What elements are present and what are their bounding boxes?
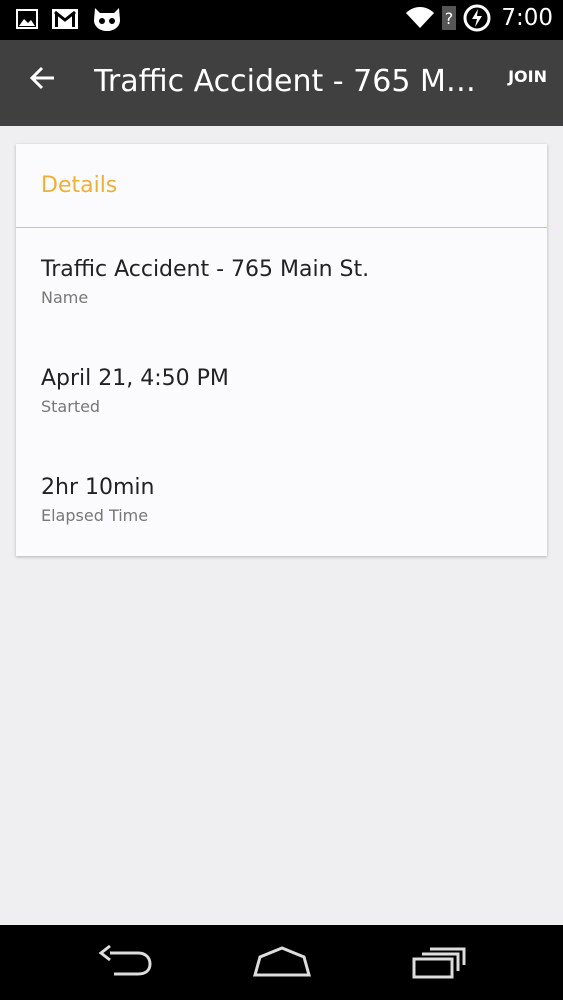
page-title: Traffic Accident - 765 Main St. [94, 64, 484, 99]
home-icon [253, 946, 311, 977]
field-value: April 21, 4:50 PM [41, 366, 229, 391]
field-started: April 21, 4:50 PM Started [41, 365, 229, 416]
status-bar-notifications [16, 6, 122, 32]
arrow-left-icon [29, 66, 54, 90]
no-signal-icon: ? [442, 6, 457, 30]
image-icon [16, 9, 38, 29]
svg-text:?: ? [445, 9, 454, 28]
status-bar: ? 7:00 [0, 0, 563, 40]
gmail-icon [52, 9, 78, 29]
join-button[interactable]: JOIN [508, 67, 547, 86]
field-elapsed-time: 2hr 10min Elapsed Time [41, 474, 154, 525]
field-label: Elapsed Time [41, 506, 149, 525]
field-label: Started [41, 397, 101, 416]
details-card: Details Traffic Accident - 765 Main St. … [16, 144, 547, 556]
field-value: 2hr 10min [41, 475, 155, 500]
back-button[interactable] [26, 62, 62, 98]
card-title: Details [41, 173, 118, 198]
app-bar: Traffic Accident - 765 Main St. JOIN [0, 40, 563, 126]
battery-charging-icon [463, 4, 491, 32]
field-name: Traffic Accident - 765 Main St. Name [41, 256, 369, 307]
navigation-bar [0, 925, 563, 1000]
cyanogen-icon [94, 8, 120, 31]
nav-recents-button[interactable] [410, 945, 468, 983]
nav-back-button[interactable] [96, 944, 154, 983]
field-label: Name [41, 288, 89, 307]
wifi-icon [406, 7, 435, 28]
field-value: Traffic Accident - 765 Main St. [41, 257, 370, 282]
status-time: 7:00 [501, 5, 553, 31]
nav-home-button[interactable] [252, 945, 312, 983]
status-bar-system: ? 7:00 [405, 4, 553, 32]
recents-icon [412, 947, 466, 979]
card-header: Details [16, 144, 547, 228]
back-icon [98, 944, 152, 976]
